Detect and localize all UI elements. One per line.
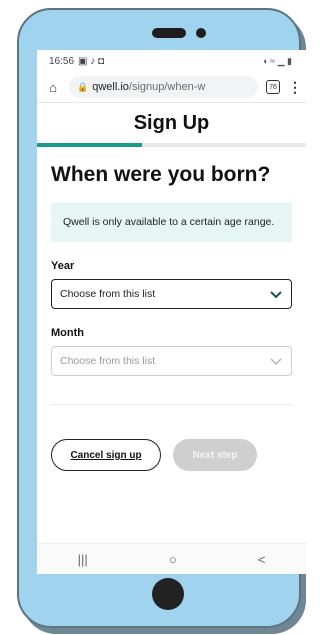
action-buttons: Cancel sign up Next step	[51, 439, 292, 471]
status-bar: 16:56 ▣ ♪ ◘ ◖ ≈ ▁ ▮	[37, 50, 306, 72]
browser-toolbar: ⌂ 🔒 qwell.io/signup/when-w 76 ⋮	[37, 72, 306, 102]
progress-fill	[37, 143, 142, 147]
lock-icon: 🔒	[77, 81, 89, 92]
cancel-signup-button[interactable]: Cancel sign up	[51, 439, 161, 471]
signup-form: When were you born? Qwell is only availa…	[37, 163, 306, 471]
notification-icons: ▣ ♪ ◘	[78, 55, 105, 67]
divider	[51, 404, 292, 405]
url-host: qwell.io	[92, 81, 129, 93]
tabs-count-icon[interactable]: 76	[266, 80, 280, 94]
next-step-button[interactable]: Next step	[173, 439, 257, 471]
back-icon[interactable]: <	[258, 552, 266, 567]
year-select-value: Choose from this list	[60, 288, 156, 300]
phone-home-button[interactable]	[152, 578, 184, 610]
android-nav-bar: ||| ○ <	[37, 543, 306, 574]
year-label: Year	[51, 260, 75, 272]
home-nav-icon[interactable]: ○	[169, 552, 177, 567]
phone-camera	[196, 28, 206, 38]
page-title: Sign Up	[37, 102, 306, 143]
chevron-down-icon	[270, 291, 282, 299]
info-box: Qwell is only available to a certain age…	[51, 203, 292, 242]
year-select[interactable]: Choose from this list	[51, 279, 292, 309]
month-label: Month	[51, 327, 84, 339]
status-time: 16:56	[49, 55, 75, 67]
menu-dots-icon[interactable]: ⋮	[288, 79, 302, 96]
progress-bar	[37, 143, 306, 147]
url-path: /signup/when-w	[128, 81, 206, 93]
question-heading: When were you born?	[51, 163, 271, 186]
phone-screen: 16:56 ▣ ♪ ◘ ◖ ≈ ▁ ▮ ⌂ 🔒 qwell.io/signup/…	[37, 50, 306, 574]
recents-icon[interactable]: |||	[78, 552, 88, 567]
home-icon[interactable]: ⌂	[45, 80, 61, 95]
phone-speaker	[152, 28, 186, 38]
month-select-value: Choose from this list	[60, 355, 156, 367]
month-select[interactable]: Choose from this list	[51, 346, 292, 376]
chevron-down-icon	[270, 358, 282, 366]
url-field[interactable]: 🔒 qwell.io/signup/when-w	[69, 76, 258, 98]
system-icons: ◖ ≈ ▁ ▮	[262, 55, 292, 66]
